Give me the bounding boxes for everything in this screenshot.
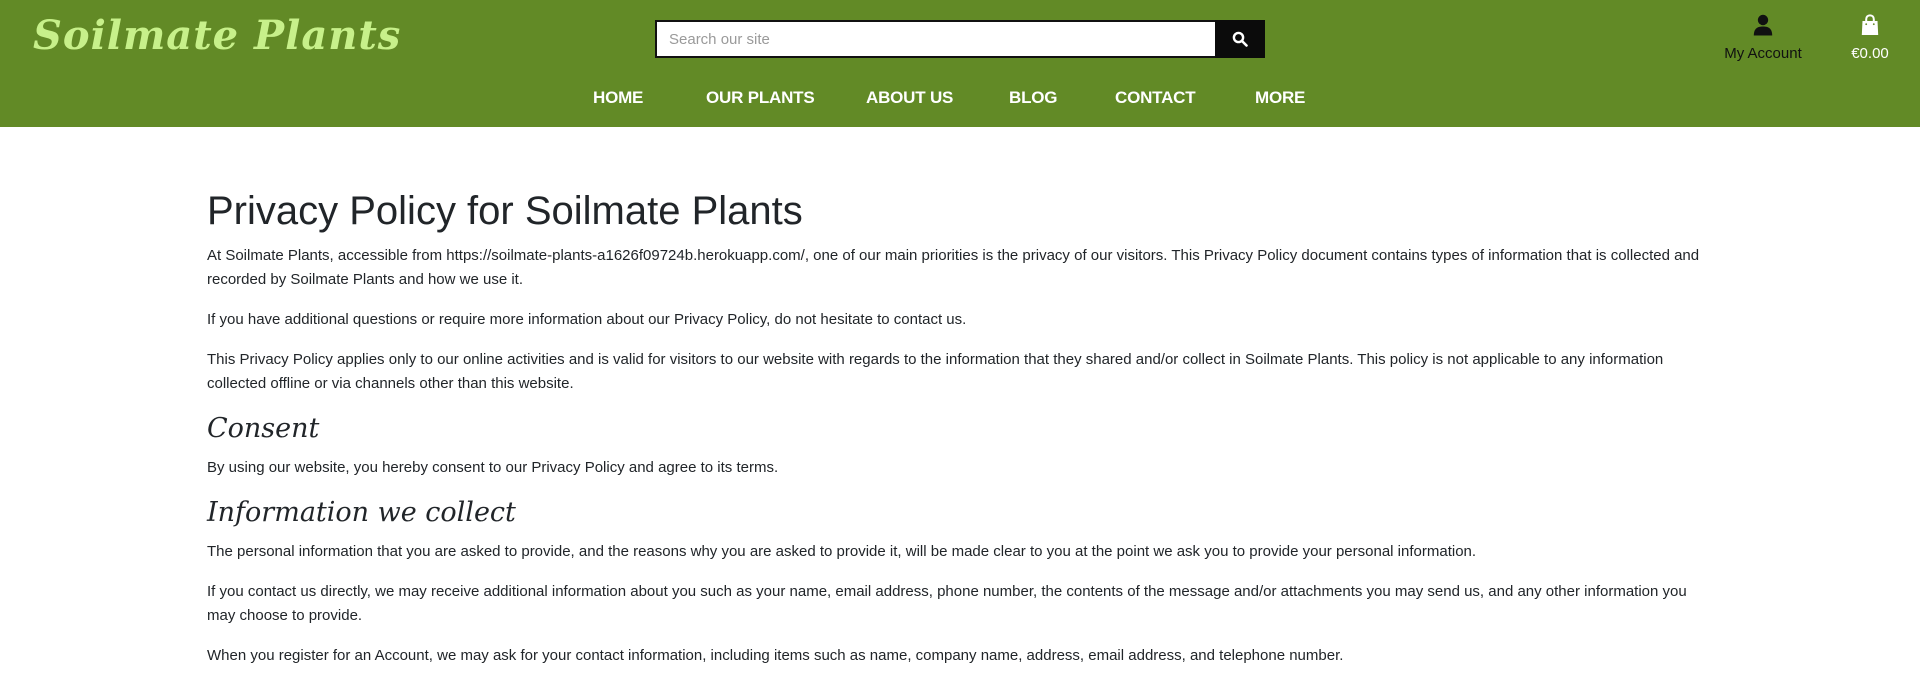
consent-heading: Consent [207,413,320,444]
search-input[interactable] [655,20,1215,58]
search-button[interactable] [1215,20,1265,58]
intro-paragraph: At Soilmate Plants, accessible from http… [207,247,1700,288]
nav-about-us[interactable]: ABOUT US [866,88,953,108]
information-heading: Information we collect [207,497,516,528]
nav-more[interactable]: MORE [1255,88,1305,108]
my-account-label: My Account [1724,45,1802,62]
information-paragraph: When you register for an Account, we may… [207,647,1344,664]
privacy-policy-content: Privacy Policy for Soilmate Plants At So… [207,186,1717,684]
nav-blog[interactable]: BLOG [1009,88,1058,108]
main-nav: HOME OUR PLANTS ABOUT US BLOG CONTACT MO… [0,88,1920,110]
site-header: Soilmate Plants HOME OUR PLANTS ABOUT US… [0,0,1920,127]
nav-home[interactable]: HOME [593,88,643,108]
page-title: Privacy Policy for Soilmate Plants [207,189,803,233]
intro-paragraph: If you have additional questions or requ… [207,311,967,328]
nav-our-plants[interactable]: OUR PLANTS [706,88,815,108]
information-paragraph: The personal information that you are as… [207,543,1477,560]
intro-paragraph: This Privacy Policy applies only to our … [207,351,1664,392]
search-form [655,20,1265,58]
consent-paragraph: By using our website, you hereby consent… [207,459,779,476]
information-paragraph: If you contact us directly, we may recei… [207,583,1687,624]
site-logo[interactable]: Soilmate Plants [33,12,401,59]
search-icon [1232,31,1248,47]
nav-contact[interactable]: CONTACT [1115,88,1196,108]
user-icon [1753,14,1773,36]
cart-total: €0.00 [1851,45,1889,62]
shopping-bag-icon [1861,14,1879,35]
my-account-link[interactable]: My Account [1716,14,1810,62]
cart-link[interactable]: €0.00 [1842,14,1898,62]
